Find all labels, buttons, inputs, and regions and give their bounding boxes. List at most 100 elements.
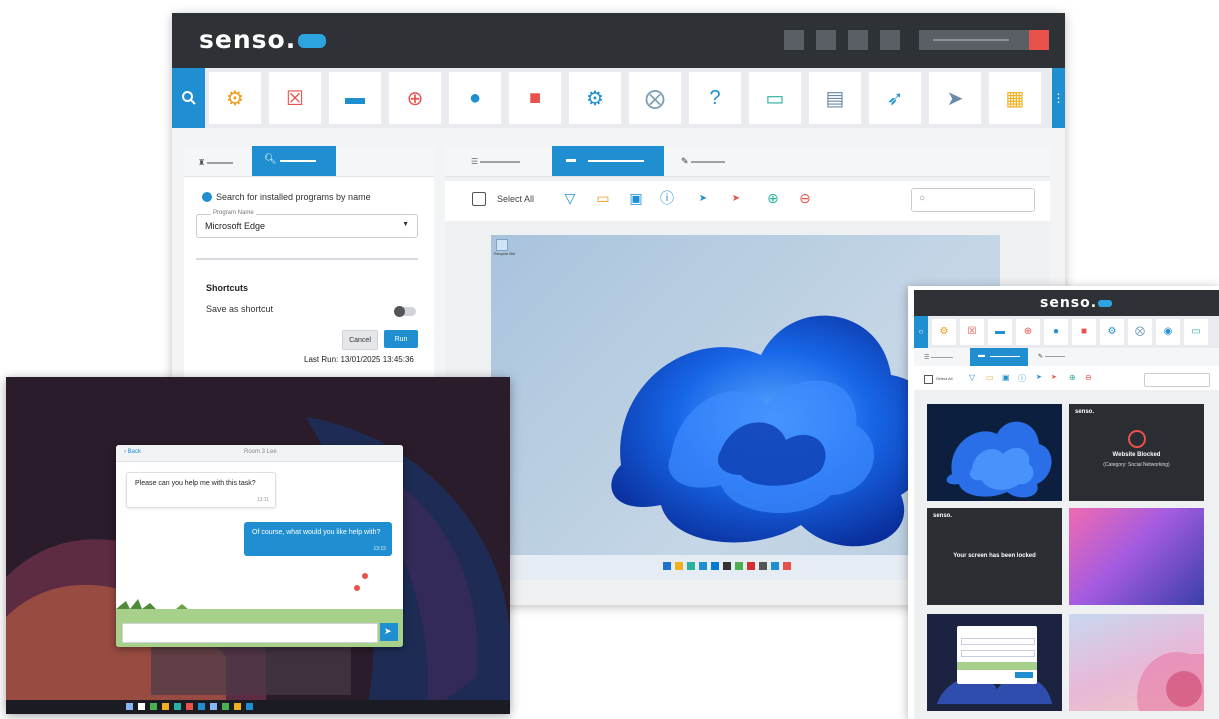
thumbnail-console-window: senso. ○ ⚙ ☒ ▬ ⊕ ● ■ ⚙ ⨂ ◉ ▭ ☰ ▬ ✎ Selec… [908,286,1219,719]
screen-thumbnail-pink[interactable] [1069,508,1204,605]
tab-tools[interactable]: ✎ [1038,353,1065,360]
filter-icon[interactable]: ▽ [969,373,975,382]
mute-icon[interactable]: ⨂ [1128,319,1152,345]
program-name-field[interactable]: Program Name Microsoft Edge ▼ [196,210,418,238]
message-icon[interactable]: ▣ [1002,373,1010,382]
message-icon[interactable]: ▣ [626,188,646,208]
view-toolbar: Select All ▽ ▭ ▣ ⓘ ➤ ➤ ⊕ ⊖ ○ [445,181,1050,221]
close-box-icon[interactable]: ☒ [269,72,321,124]
chat-icon[interactable]: ● [1044,319,1068,345]
monitor-icon[interactable]: ▬ [988,319,1012,345]
cursor-off-icon[interactable]: ➤ [1051,373,1057,381]
select-all-checkbox[interactable] [924,375,933,384]
send-icon[interactable]: ➤ [929,72,981,124]
balloon-icon [362,573,368,579]
window-button-2[interactable] [816,30,836,50]
tab-screen-view[interactable]: ▬ [552,146,664,176]
chat-message-input[interactable] [122,623,378,643]
search-icon: ○ [919,193,926,204]
outgoing-message-text: Of course, what would you like help with… [252,529,381,536]
screen-thumbnail-bloom[interactable] [927,404,1062,501]
rocket-icon[interactable]: ➶ [869,72,921,124]
globe-icon[interactable]: ⊕ [1016,319,1040,345]
website-blocked-title: Website Blocked [1112,452,1161,458]
info-icon[interactable]: ⓘ [1018,373,1026,384]
save-shortcut-label: Save as shortcut [206,304,274,314]
title-bar: senso. [172,13,1065,68]
window-icon[interactable]: ▭ [593,188,613,208]
settings-icon[interactable]: ⚙ [569,72,621,124]
tab-apps[interactable]: ♜ [198,158,234,167]
settings-icon[interactable]: ⚙ [1100,319,1124,345]
blocked-icon [1128,430,1146,448]
run-button[interactable]: Run [384,330,418,348]
view-toolbar: Select All ▽ ▭ ▣ ⓘ ➤ ➤ ⊕ ⊖ [914,370,1219,390]
cursor-icon[interactable]: ➤ [1036,373,1042,381]
taskbar-apps [126,703,376,711]
zoom-out-icon[interactable]: ⊖ [795,188,815,208]
tab-screen-view[interactable]: ▬ [970,348,1028,366]
window-button-1[interactable] [784,30,804,50]
window-button-3[interactable] [848,30,868,50]
recycle-bin-icon [496,239,508,251]
zoom-out-icon[interactable]: ⊖ [1085,373,1092,382]
mini-senso-logo: senso. [1075,409,1095,415]
tab-list-view[interactable]: ☰ [924,354,954,361]
monitor-icon[interactable]: ▬ [329,72,381,124]
user-menu[interactable] [919,30,1049,50]
taskbar [6,700,510,714]
select-all-label: Select All [936,376,953,381]
tab-search[interactable]: 🔍︎ [252,146,336,176]
zoom-in-icon[interactable]: ⊕ [763,188,783,208]
search-button[interactable] [172,68,205,128]
cancel-button[interactable]: Cancel [342,330,378,350]
window-icon[interactable]: ▭ [986,373,994,382]
screen-locked-text: Your screen has been locked [953,553,1036,559]
screen-thumbnail-pastel[interactable] [1069,614,1204,711]
close-box-icon[interactable]: ☒ [960,319,984,345]
cursor-icon[interactable]: ➤ [693,188,713,208]
screen-thumbnail-dialog[interactable] [927,614,1062,711]
storage-icon[interactable]: ▦ [989,72,1041,124]
cursor-off-icon[interactable]: ➤ [726,188,746,208]
screen-thumbnail-locked[interactable]: senso. Your screen has been locked [927,508,1062,605]
pastel-wallpaper [1137,652,1204,711]
student-chat-screen[interactable]: ‹ Back Room 3 Lee Please can you help me… [6,377,510,714]
screen-thumbnail-blocked[interactable]: senso. Website Blocked (Category: Social… [1069,404,1204,501]
document-icon[interactable]: ▤ [809,72,861,124]
taskbar-apps [663,562,833,572]
gears-icon[interactable]: ⚙ [209,72,261,124]
zoom-in-icon[interactable]: ⊕ [1069,373,1076,382]
screen-search-input[interactable]: ○ [911,188,1035,212]
chat-icon[interactable]: ● [449,72,501,124]
tab-list-view[interactable]: ☰ [471,157,521,166]
save-shortcut-toggle[interactable] [394,306,416,317]
close-button[interactable] [1029,30,1049,50]
cloud-icon [298,34,327,48]
info-icon [202,192,212,202]
incoming-message: Please can you help me with this task? 1… [126,472,276,508]
title-bar: senso. [914,290,1219,316]
send-button[interactable]: ➤ [380,623,398,641]
more-menu-icon[interactable]: ⋮ [1052,68,1065,128]
info-icon[interactable]: ⓘ [657,188,677,208]
filter-icon[interactable]: ▽ [560,188,580,208]
back-link[interactable]: ‹ Back [124,449,141,455]
chevron-down-icon: ▼ [402,221,409,228]
select-all-checkbox[interactable] [472,192,486,206]
lock-icon[interactable]: ■ [1072,319,1096,345]
help-icon[interactable]: ? [689,72,741,124]
globe-icon[interactable]: ⊕ [389,72,441,124]
lock-icon[interactable]: ■ [509,72,561,124]
tab-tools[interactable]: ✎ [681,156,726,167]
window-button-4[interactable] [880,30,900,50]
help-icon[interactable]: ◉ [1156,319,1180,345]
screen-icon[interactable]: ▭ [749,72,801,124]
outgoing-message-time: 13:15 [373,546,386,552]
mute-icon[interactable]: ⨂ [629,72,681,124]
screen-search-input[interactable] [1144,373,1210,387]
senso-logo: senso. [199,25,327,54]
screen-icon[interactable]: ▭ [1184,319,1208,345]
gears-icon[interactable]: ⚙ [932,319,956,345]
search-button[interactable]: ○ [914,316,928,348]
